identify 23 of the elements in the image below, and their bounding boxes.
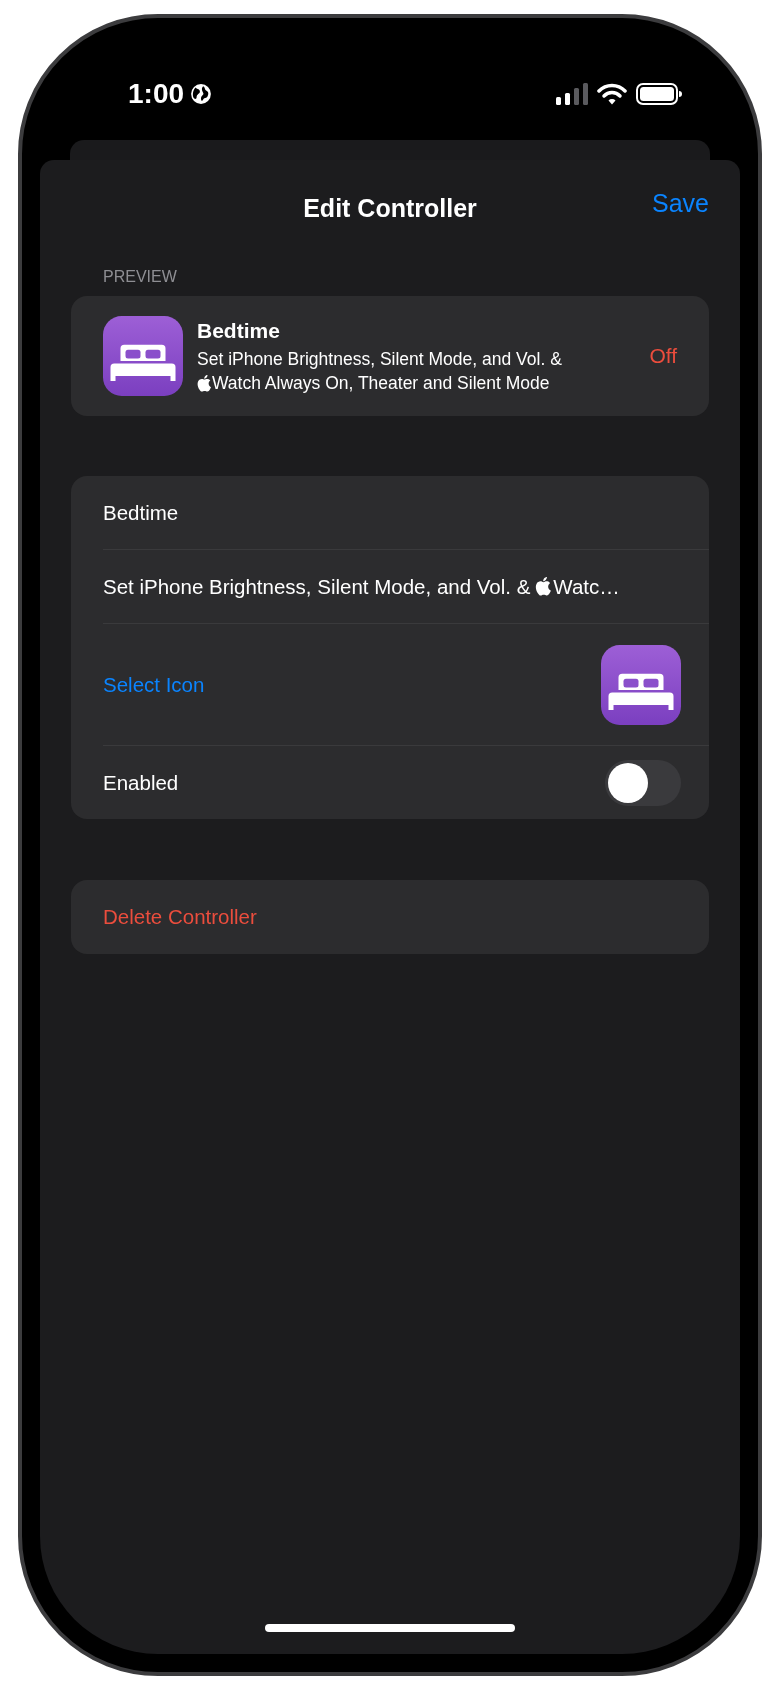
battery-icon xyxy=(636,83,682,105)
wifi-icon xyxy=(597,83,627,105)
description-field[interactable]: Set iPhone Brightness, Silent Mode, and Vol. & xyxy=(103,574,531,599)
preview-title: Bedtime xyxy=(197,318,280,343)
preview-description: Set iPhone Brightness, Silent Mode, and Vol. & xyxy=(197,348,563,370)
sheet-title: Edit Controller xyxy=(303,193,477,223)
bed-icon[interactable] xyxy=(601,644,681,725)
toggle-label: Enabled xyxy=(103,770,179,795)
globe-icon xyxy=(190,83,213,105)
select-icon-link[interactable]: Select Icon xyxy=(103,672,205,697)
name-field[interactable]: Bedtime xyxy=(103,500,179,525)
status-time: 1:00 xyxy=(128,78,185,110)
signal-icon xyxy=(556,83,588,105)
section-label: PREVIEW xyxy=(103,268,177,286)
save-button[interactable]: Save xyxy=(652,189,709,218)
logo-icon xyxy=(535,577,552,596)
delete-button[interactable]: Delete Controller xyxy=(71,880,709,954)
toggle-switch[interactable] xyxy=(605,759,681,806)
preview-description: Watch Always On, Theater and Silent Mode xyxy=(212,372,550,394)
logo-icon xyxy=(197,374,211,392)
bed-icon xyxy=(103,316,183,396)
description-field[interactable]: Watc… xyxy=(553,574,620,599)
state-label: Off xyxy=(649,344,677,368)
